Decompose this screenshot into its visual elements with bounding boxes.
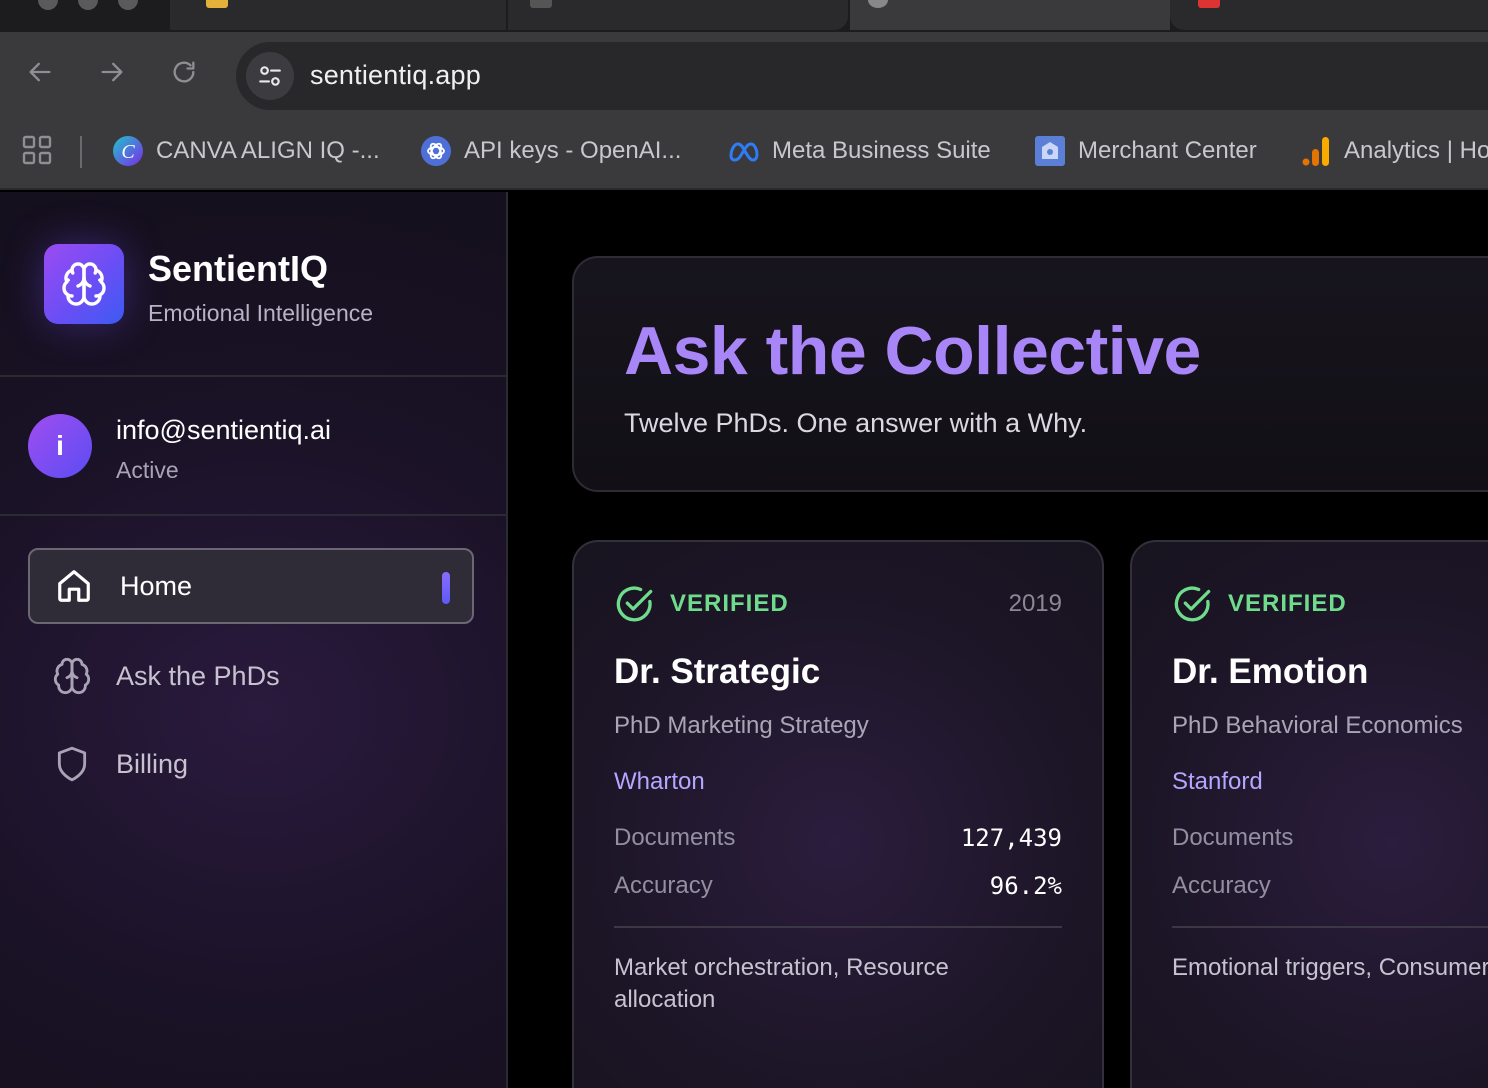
phd-card-emotion[interactable]: VERIFIED Dr. Emotion PhD Behavioral Econ…: [1130, 540, 1488, 1088]
verified-label: VERIFIED: [1228, 590, 1347, 617]
bookmark-label: Meta Business Suite: [772, 137, 991, 164]
address-bar[interactable]: sentientiq.app: [236, 42, 1488, 110]
browser-tab-strip: [0, 0, 1488, 32]
bookmark-label: Analytics | Ho: [1344, 137, 1488, 164]
bookmark-merchant-center[interactable]: Merchant Center: [1034, 133, 1257, 169]
forward-button[interactable]: [94, 54, 130, 90]
sidebar-item-home[interactable]: Home: [28, 548, 474, 624]
brain-icon: [52, 656, 92, 696]
tab-favicon-icon: [868, 0, 888, 8]
page-subtitle: Twelve PhDs. One answer with a Why.: [624, 408, 1088, 438]
accuracy-label: Accuracy: [1172, 872, 1271, 899]
sidebar: SentientIQ Emotional Intelligence i info…: [0, 192, 508, 1088]
tab-favicon-icon: [1198, 0, 1220, 8]
back-arrow-icon: [29, 62, 51, 82]
brand-subtitle: Emotional Intelligence: [148, 300, 374, 326]
card-year: 2019: [1008, 590, 1062, 617]
user-email: info@sentientiq.ai: [116, 415, 332, 445]
shield-icon: [52, 744, 92, 784]
card-degree: PhD Marketing Strategy: [614, 712, 869, 739]
phd-card-strategic[interactable]: VERIFIED 2019 Dr. Strategic PhD Marketin…: [572, 540, 1104, 1088]
site-settings-button[interactable]: [246, 52, 294, 100]
apps-grid-icon: [22, 135, 52, 165]
bookmark-canva[interactable]: C CANVA ALIGN IQ -...: [112, 133, 380, 169]
main-content: Ask the Collective Twelve PhDs. One answ…: [508, 192, 1488, 1088]
card-school: Wharton: [614, 768, 705, 795]
accuracy-label: Accuracy: [614, 872, 713, 899]
user-profile[interactable]: i info@sentientiq.ai Active: [0, 379, 506, 516]
bookmarks-separator: [80, 136, 82, 168]
tab-favicon-icon: [206, 0, 228, 8]
user-status: Active: [116, 457, 179, 483]
card-name: Dr. Strategic: [614, 652, 821, 691]
browser-tab[interactable]: [508, 0, 848, 30]
app-viewport: SentientIQ Emotional Intelligence i info…: [0, 192, 1488, 1088]
svg-text:C: C: [121, 141, 135, 163]
card-specialties: Emotional triggers, Consumer psychology: [1172, 954, 1488, 981]
accuracy-value: 96.2%: [989, 872, 1062, 900]
bookmark-openai[interactable]: API keys - OpenAI...: [420, 133, 681, 169]
reload-button[interactable]: [166, 54, 202, 90]
sidebar-item-label: Ask the PhDs: [116, 660, 280, 691]
openai-icon: [420, 135, 452, 167]
sidebar-item-label: Home: [120, 570, 193, 601]
browser-tab-active[interactable]: [850, 0, 1170, 30]
bookmark-analytics[interactable]: Analytics | Ho: [1300, 133, 1488, 169]
card-divider: [614, 926, 1062, 928]
brain-logo-icon[interactable]: [44, 244, 124, 324]
sidebar-item-label: Billing: [116, 748, 189, 779]
sidebar-item-billing[interactable]: Billing: [28, 726, 474, 802]
window-minimize-dot[interactable]: [78, 0, 98, 10]
bookmark-meta[interactable]: Meta Business Suite: [728, 133, 991, 169]
back-button[interactable]: [22, 54, 58, 90]
window-maximize-dot[interactable]: [118, 0, 138, 10]
card-degree: PhD Behavioral Economics: [1172, 712, 1463, 739]
url-text[interactable]: sentientiq.app: [310, 60, 481, 91]
home-icon: [54, 566, 94, 606]
page-title: Ask the Collective: [624, 313, 1201, 389]
bookmark-label: API keys - OpenAI...: [464, 137, 682, 164]
check-circle-icon: [1174, 586, 1211, 622]
verified-badge: VERIFIED: [614, 584, 789, 624]
merchant-center-icon: [1034, 135, 1066, 167]
bookmark-label: Merchant Center: [1078, 137, 1257, 164]
documents-value: 127,439: [960, 824, 1062, 852]
apps-button[interactable]: [22, 135, 52, 170]
browser-tab[interactable]: [1170, 0, 1488, 30]
documents-label: Documents: [614, 824, 736, 851]
avatar[interactable]: i: [28, 414, 92, 478]
verified-label: VERIFIED: [670, 590, 789, 617]
bookmark-label: CANVA ALIGN IQ -...: [156, 137, 380, 164]
window-close-dot[interactable]: [38, 0, 58, 10]
bookmarks-bar: C CANVA ALIGN IQ -... API keys - OpenAI.…: [0, 120, 1488, 190]
tab-favicon-icon: [530, 0, 552, 8]
forward-arrow-icon: [101, 62, 123, 82]
active-indicator: [442, 572, 450, 604]
browser-tab[interactable]: [170, 0, 506, 30]
card-school: Stanford: [1172, 768, 1263, 795]
card-name: Dr. Emotion: [1172, 652, 1369, 691]
brand-name: SentientIQ: [148, 248, 329, 289]
tune-icon: [259, 66, 281, 86]
canva-icon: C: [112, 135, 144, 167]
card-divider: [1172, 926, 1488, 928]
verified-badge: VERIFIED: [1172, 584, 1347, 624]
reload-icon: [173, 61, 195, 83]
documents-label: Documents: [1172, 824, 1294, 851]
sidebar-item-ask-the-phds[interactable]: Ask the PhDs: [28, 638, 474, 714]
brand-header: SentientIQ Emotional Intelligence: [0, 192, 506, 377]
card-specialties: Market orchestration, Resource allocatio…: [614, 954, 949, 1013]
browser-toolbar: sentientiq.app: [0, 32, 1488, 120]
meta-icon: [728, 135, 760, 167]
hero-panel: Ask the Collective Twelve PhDs. One answ…: [572, 256, 1488, 492]
analytics-icon: [1300, 135, 1332, 167]
check-circle-icon: [616, 586, 653, 622]
